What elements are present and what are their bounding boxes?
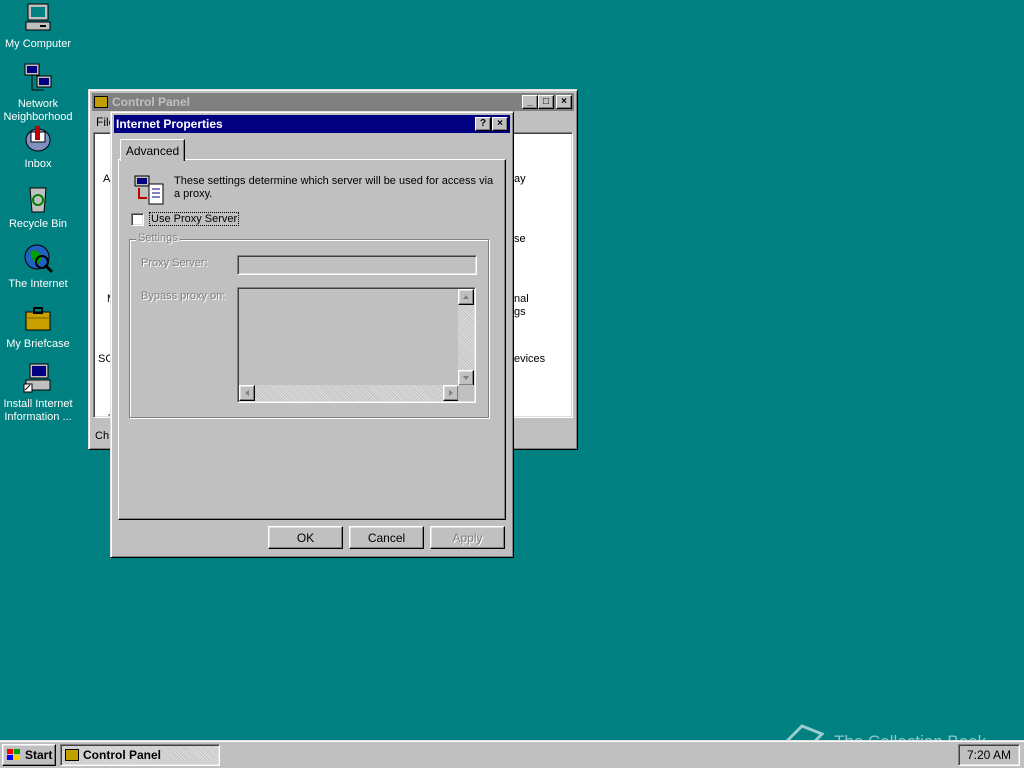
arrow-right-icon [449, 390, 453, 396]
scroll-down-button[interactable] [458, 370, 474, 386]
partial-label: ay [514, 173, 526, 185]
system-tray-clock[interactable]: 7:20 AM [958, 744, 1020, 766]
desktop-icon-my-computer[interactable]: My Computer [0, 2, 76, 51]
control-panel-task-icon [65, 749, 79, 761]
desktop-icon-label: The Internet [8, 278, 68, 290]
settings-group-label: Settings [136, 232, 180, 244]
proxy-server-input[interactable] [237, 255, 477, 275]
settings-groupbox: Settings Proxy Server: Bypass proxy on: [129, 232, 489, 418]
install-internet-information-icon [22, 362, 54, 394]
dialog-title: Internet Properties [116, 117, 223, 131]
dialog-titlebar[interactable]: Internet Properties ? × [114, 115, 510, 133]
minimize-button[interactable]: _ [522, 95, 538, 109]
maximize-button[interactable]: □ [538, 95, 554, 109]
arrow-up-icon [463, 295, 469, 299]
briefcase-icon [22, 302, 54, 334]
desktop-icon-label: Recycle Bin [8, 218, 68, 230]
use-proxy-checkbox[interactable] [131, 212, 144, 226]
dialog-close-button[interactable]: × [492, 117, 508, 131]
start-label: Start [25, 748, 53, 762]
recycle-bin-icon [22, 182, 54, 214]
tab-label: Advanced [125, 143, 180, 158]
clock-text: 7:20 AM [966, 748, 1012, 762]
task-label: Control Panel [83, 748, 162, 762]
desktop-icon-network-neighborhood[interactable]: Network Neighborhood [0, 62, 76, 124]
partial-label: nal [514, 293, 529, 305]
status-text: Ch [95, 430, 110, 442]
globe-icon [22, 242, 54, 274]
desktop-icon-recycle-bin[interactable]: Recycle Bin [0, 182, 76, 231]
partial-label: se [514, 233, 526, 245]
desktop-icon-install-internet-information[interactable]: Install Internet Information ... [0, 362, 76, 424]
proxy-description: These settings determine which server wi… [174, 175, 494, 200]
horizontal-scrollbar[interactable] [239, 385, 459, 401]
internet-properties-dialog[interactable]: Internet Properties ? × Advanced These s… [110, 111, 514, 558]
use-proxy-server-option[interactable]: Use Proxy Server [131, 212, 240, 226]
arrow-down-icon [463, 376, 469, 380]
desktop-icon-label: My Computer [4, 38, 72, 50]
scroll-up-button[interactable] [458, 289, 474, 305]
vertical-scrollbar[interactable] [458, 289, 474, 386]
tab-page: These settings determine which server wi… [118, 159, 506, 520]
apply-button[interactable]: Apply [430, 526, 505, 549]
desktop-icon-the-internet[interactable]: The Internet [0, 242, 76, 291]
tab-advanced[interactable]: Advanced [120, 139, 185, 161]
use-proxy-label: Use Proxy Server [149, 212, 240, 226]
desktop-icon-my-briefcase[interactable]: My Briefcase [0, 302, 76, 351]
control-panel-title: Control Panel [112, 95, 191, 109]
partial-label: gs [514, 306, 526, 318]
control-panel-window-icon [94, 96, 108, 108]
cancel-button[interactable]: Cancel [349, 526, 424, 549]
desktop-icon-label: Install Internet [3, 398, 73, 410]
start-button[interactable]: Start [2, 744, 56, 766]
partial-label: evices [514, 353, 546, 365]
network-neighborhood-icon [22, 62, 54, 94]
desktop-icon-label-line2: Information ... [4, 411, 72, 423]
arrow-left-icon [245, 390, 249, 396]
control-panel-titlebar[interactable]: Control Panel _ □ × [92, 93, 574, 111]
scroll-right-button[interactable] [443, 385, 459, 401]
taskbar: Start Control Panel 7:20 AM [0, 740, 1024, 768]
proxy-settings-icon [133, 174, 165, 206]
taskbar-task-control-panel[interactable]: Control Panel [60, 744, 220, 766]
scroll-left-button[interactable] [239, 385, 255, 401]
ok-button[interactable]: OK [268, 526, 343, 549]
bypass-proxy-textarea[interactable] [237, 287, 476, 403]
desktop-icon-label: Inbox [24, 158, 52, 170]
inbox-icon [22, 122, 54, 154]
proxy-server-label: Proxy Server: [141, 257, 208, 269]
close-button[interactable]: × [556, 95, 572, 109]
desktop-icon-inbox[interactable]: Inbox [0, 122, 76, 171]
windows-logo-icon [7, 749, 20, 760]
desktop-icon-label: Network [17, 98, 59, 110]
desktop-icon-label: My Briefcase [6, 338, 70, 350]
scrollbar-corner [458, 385, 474, 401]
bypass-proxy-label: Bypass proxy on: [141, 290, 226, 302]
help-button[interactable]: ? [475, 117, 491, 131]
my-computer-icon [22, 2, 54, 34]
